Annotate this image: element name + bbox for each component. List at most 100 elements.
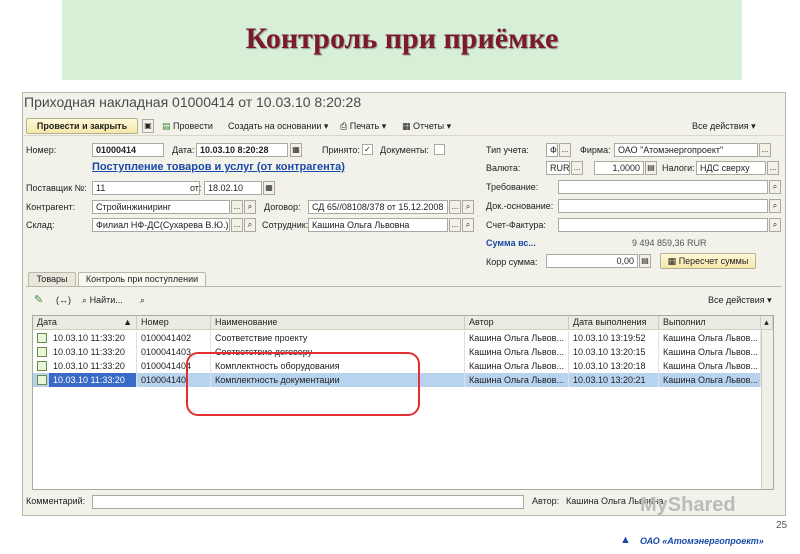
cell-author: Кашина Ольга Львов... [465,359,569,373]
search-icon[interactable]: ⌕ [769,218,781,232]
comment-field[interactable] [92,495,524,509]
search-icon[interactable]: ⌕ [244,200,256,214]
post-and-close-button[interactable]: Провести и закрыть [26,118,138,134]
cell-date: 10.03.10 11:33:20 [49,373,137,387]
grid-all-actions-menu[interactable]: Все действия ▾ [708,292,772,308]
corr-sum-field[interactable]: 0,00 [546,254,638,268]
operation-type-link[interactable]: Поступление товаров и услуг (от контраге… [92,161,345,173]
vertical-scrollbar[interactable] [761,330,773,489]
accounting-type-label: Тип учета: [486,145,529,155]
page-number: 25 [776,520,788,531]
supplier-number-field[interactable]: 11 [92,181,200,195]
author-label: Автор: [532,496,560,506]
cell-performer: Кашина Ольга Львов... [659,345,761,359]
select-ellipsis-icon[interactable]: ... [231,200,243,214]
search-icon[interactable]: ⌕ [462,200,474,214]
counterparty-field[interactable]: Стройинжиниринг [92,200,230,214]
all-actions-menu[interactable]: Все действия ▾ [692,118,756,134]
reports-label: Отчеты [413,121,445,131]
clear-search-icon[interactable]: ⌕ [140,292,145,308]
firm-field[interactable]: ОАО "Атомэнергопроект" [614,143,758,157]
print-label: Печать [349,121,380,131]
search-icon[interactable]: ⌕ [244,218,256,232]
search-icon[interactable]: ⌕ [462,218,474,232]
select-ellipsis-icon[interactable]: ... [559,143,571,157]
tab-receipt-control[interactable]: Контроль при поступлении [78,272,206,287]
calendar-icon[interactable]: ▦ [263,181,275,195]
document-icon [37,333,47,343]
document-icon [37,361,47,371]
accepted-checkbox[interactable]: ✓ [362,144,373,155]
toolbar: Провести и закрыть ▣ ▤ Провести Создать … [22,116,786,136]
requirement-field[interactable] [558,180,768,194]
document-icon [37,347,47,357]
select-ellipsis-icon[interactable]: ... [449,218,461,232]
cell-date: 10.03.10 11:33:20 [49,359,137,373]
cell-completion-date: 10.03.10 13:20:15 [569,345,659,359]
chevron-down-icon: ▾ [446,121,452,131]
date-label: Дата: [172,145,195,155]
warehouse-field[interactable]: Филиал НФ-ДС(Сухарева В.Ю.) [92,218,230,232]
grid-all-actions-label: Все действия [708,295,765,305]
column-header-completion-date[interactable]: Дата выполнения [569,316,659,330]
taxes-field[interactable]: НДС сверху [696,161,766,175]
column-header-date-label: Дата [37,317,57,327]
scroll-up-icon[interactable]: ▴ [761,316,773,330]
save-icon[interactable]: ▣ [142,119,154,133]
basis-document-field[interactable] [558,199,768,213]
invoice-field[interactable] [558,218,768,232]
tab-divider [26,286,782,287]
accounting-type-field[interactable]: Ф [546,143,558,157]
edit-icon[interactable]: ✎ [34,292,43,308]
column-header-performer[interactable]: Выполнил [659,316,761,330]
table-row[interactable]: 10.03.10 11:33:20 0100041402 Соответстви… [33,331,773,345]
warehouse-label: Склад: [26,220,55,230]
cell-date: 10.03.10 11:33:20 [49,345,137,359]
select-ellipsis-icon[interactable]: ... [571,161,583,175]
recalc-sum-button[interactable]: ▦ Пересчет суммы [660,253,756,269]
date-field[interactable]: 10.03.10 8:20:28 [196,143,288,157]
exchange-rate-field[interactable]: 1,0000 [594,161,644,175]
watermark: MyShared [640,494,736,516]
select-ellipsis-icon[interactable]: ... [759,143,771,157]
create-based-on-menu[interactable]: Создать на основании ▾ [228,118,328,134]
document-icon [37,375,47,385]
chevron-down-icon: ▾ [751,121,756,131]
search-icon[interactable]: ⌕ [769,199,781,213]
column-header-number[interactable]: Номер [137,316,211,330]
column-header-name[interactable]: Наименование [211,316,465,330]
create-based-on-label: Создать на основании [228,121,322,131]
window-title: Приходная накладная 01000414 от 10.03.10… [24,94,362,110]
column-header-author[interactable]: Автор [465,316,569,330]
currency-field[interactable]: RUR [546,161,570,175]
basis-document-label: Док.-основание: [486,201,554,211]
tab-goods[interactable]: Товары [28,272,76,287]
select-ellipsis-icon[interactable]: ... [449,200,461,214]
select-ellipsis-icon[interactable]: ... [231,218,243,232]
comment-label: Комментарий: [26,496,86,506]
firm-label: Фирма: [580,145,611,155]
column-header-date[interactable]: Дата ▲ [33,316,137,330]
find-button[interactable]: ⌕ Найти... [82,292,123,308]
calculator-icon[interactable]: ▤ [645,161,657,175]
total-sum-value: 9 494 859,36 RUR [632,238,707,248]
employee-field[interactable]: Кашина Ольга Львовна [308,218,448,232]
cell-completion-date: 10.03.10 13:20:18 [569,359,659,373]
print-menu[interactable]: ⎙ Печать ▾ [340,118,386,134]
reports-menu[interactable]: ▦ Отчеты ▾ [402,118,451,134]
requirement-label: Требование: [486,182,539,192]
search-icon[interactable]: ⌕ [769,180,781,194]
documents-checkbox[interactable] [434,144,445,155]
from-date-field[interactable]: 18.02.10 [204,181,262,195]
cell-completion-date: 10.03.10 13:19:52 [569,331,659,345]
number-field[interactable]: 01000414 [92,143,164,157]
link-icon[interactable]: (↔) [56,292,71,308]
contract-field[interactable]: СД 65//08108/378 от 15.12.2008 [308,200,448,214]
highlight-annotation [186,352,420,416]
calendar-icon[interactable]: ▦ [290,143,302,157]
calculator-icon[interactable]: ▤ [639,254,651,268]
cell-number: 0100041402 [137,331,211,345]
cell-author: Кашина Ольга Львов... [465,345,569,359]
post-button[interactable]: ▤ Провести [162,118,213,134]
select-ellipsis-icon[interactable]: ... [767,161,779,175]
